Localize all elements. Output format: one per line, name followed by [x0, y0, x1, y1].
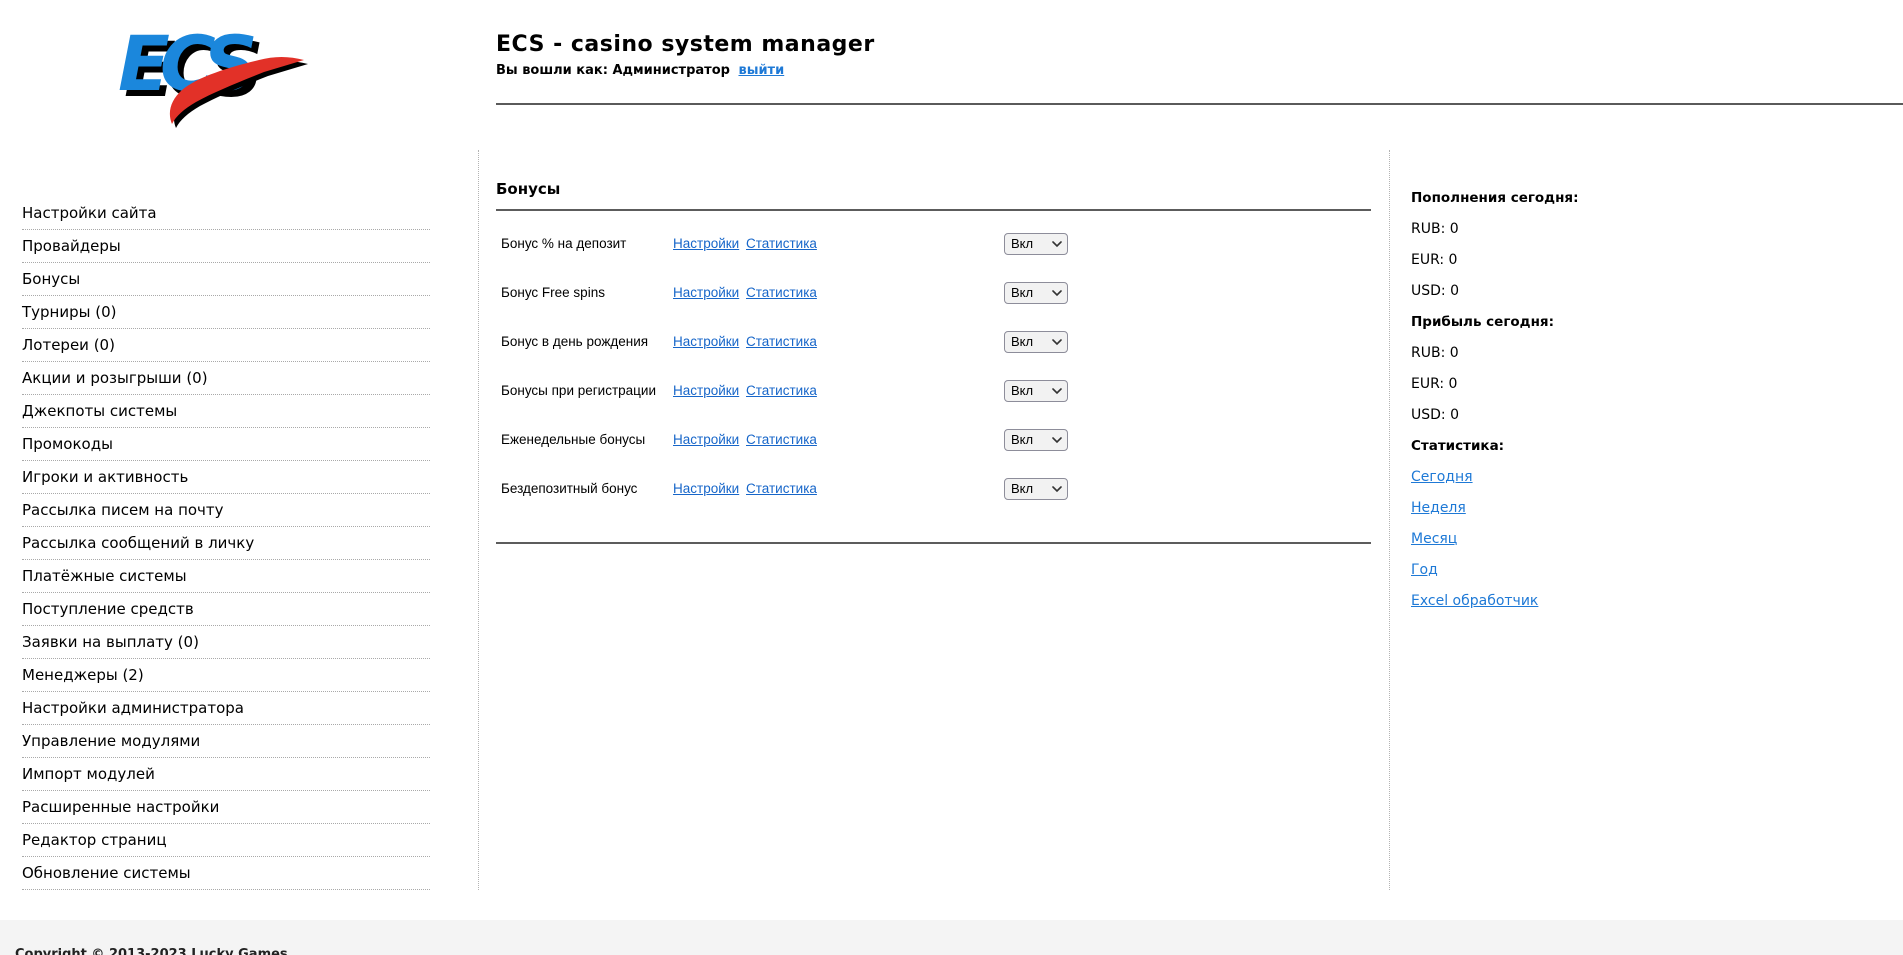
sidebar-item-page-editor[interactable]: Редактор страниц: [22, 824, 430, 857]
bonus-settings-link[interactable]: Настройки: [673, 285, 739, 300]
bonus-label: Еженедельные бонусы: [501, 432, 673, 447]
bonus-row: Бонус Free spins Настройки Статистика Вк…: [496, 268, 1371, 317]
stats-week-link[interactable]: Неделя: [1411, 493, 1466, 524]
sidebar-item-incoming-funds[interactable]: Поступление средств: [22, 593, 430, 626]
sidebar-item-site-settings[interactable]: Настройки сайта: [22, 197, 430, 230]
logout-link[interactable]: выйти: [738, 63, 784, 78]
sidebar-item-module-import[interactable]: Импорт модулей: [22, 758, 430, 791]
sidebar-item-email-mailing[interactable]: Рассылка писем на почту: [22, 494, 430, 527]
sidebar-item-promotions[interactable]: Акции и розыгрыши (0): [22, 362, 430, 395]
bonus-stats-link[interactable]: Статистика: [746, 481, 817, 496]
bonus-label: Бонус Free spins: [501, 285, 673, 300]
bonus-settings-link[interactable]: Настройки: [673, 236, 739, 251]
ecs-logo: ECS ECS: [110, 8, 310, 128]
copyright-text: Copyright © 2013-2023 Lucky Games: [15, 947, 1903, 955]
bonus-label: Бонус в день рождения: [501, 334, 673, 349]
bonus-stats-link[interactable]: Статистика: [746, 432, 817, 447]
sidebar-item-admin-settings[interactable]: Настройки администратора: [22, 692, 430, 725]
stats-month-link[interactable]: Месяц: [1411, 524, 1457, 555]
bonus-state-select[interactable]: Вкл: [1004, 282, 1068, 304]
stats-year-link[interactable]: Год: [1411, 555, 1438, 586]
bonus-stats-link[interactable]: Статистика: [746, 285, 817, 300]
sidebar-item-module-manage[interactable]: Управление модулями: [22, 725, 430, 758]
sidebar-item-advanced[interactable]: Расширенные настройки: [22, 791, 430, 824]
bonus-state-select-wrap: Вкл: [1004, 380, 1068, 402]
main-panel: Бонусы Бонус % на депозит Настройки Стат…: [478, 150, 1390, 890]
sidebar-item-managers[interactable]: Менеджеры (2): [22, 659, 430, 692]
bonus-state-select[interactable]: Вкл: [1004, 233, 1068, 255]
section-heading: Бонусы: [496, 180, 1371, 198]
sidebar-item-jackpots[interactable]: Джекпоты системы: [22, 395, 430, 428]
sidebar-item-system-update[interactable]: Обновление системы: [22, 857, 430, 890]
page-title: ECS - casino system manager: [496, 32, 875, 57]
sidebar-item-pm-mailing[interactable]: Рассылка сообщений в личку: [22, 527, 430, 560]
profit-usd: USD: 0: [1411, 400, 1903, 431]
deposits-eur: EUR: 0: [1411, 245, 1903, 276]
bonus-list: Бонус % на депозит Настройки Статистика …: [496, 219, 1371, 513]
stats-header: Статистика:: [1411, 431, 1903, 462]
profit-eur: EUR: 0: [1411, 369, 1903, 400]
bonus-state-select-wrap: Вкл: [1004, 331, 1068, 353]
sidebar-item-providers[interactable]: Провайдеры: [22, 230, 430, 263]
deposits-usd: USD: 0: [1411, 276, 1903, 307]
sidebar-item-promocodes[interactable]: Промокоды: [22, 428, 430, 461]
bonus-state-select-wrap: Вкл: [1004, 429, 1068, 451]
bonus-settings-link[interactable]: Настройки: [673, 481, 739, 496]
sidebar-item-bonuses[interactable]: Бонусы: [22, 263, 430, 296]
sidebar-item-tournaments[interactable]: Турниры (0): [22, 296, 430, 329]
sidebar-item-payment-systems[interactable]: Платёжные системы: [22, 560, 430, 593]
bonus-row: Еженедельные бонусы Настройки Статистика…: [496, 415, 1371, 464]
login-status: Вы вошли как: Администратор: [496, 63, 730, 78]
bonus-stats-link[interactable]: Статистика: [746, 334, 817, 349]
bonus-label: Бонус % на депозит: [501, 236, 673, 251]
bonus-stats-link[interactable]: Статистика: [746, 236, 817, 251]
sidebar-item-lotteries[interactable]: Лотереи (0): [22, 329, 430, 362]
bonus-label: Бездепозитный бонус: [501, 481, 673, 496]
bonus-state-select-wrap: Вкл: [1004, 478, 1068, 500]
bonus-settings-link[interactable]: Настройки: [673, 383, 739, 398]
bonus-row: Бонус % на депозит Настройки Статистика …: [496, 219, 1371, 268]
header-divider: [496, 103, 1903, 105]
bonus-state-select[interactable]: Вкл: [1004, 331, 1068, 353]
bonus-settings-link[interactable]: Настройки: [673, 432, 739, 447]
stats-panel: Пополнения сегодня: RUB: 0 EUR: 0 USD: 0…: [1390, 150, 1903, 890]
bonus-label: Бонусы при регистрации: [501, 383, 673, 398]
bonus-state-select[interactable]: Вкл: [1004, 478, 1068, 500]
stats-excel-link[interactable]: Excel обработчик: [1411, 586, 1538, 617]
bonus-state-select[interactable]: Вкл: [1004, 429, 1068, 451]
bonus-state-select[interactable]: Вкл: [1004, 380, 1068, 402]
deposits-header: Пополнения сегодня:: [1411, 183, 1903, 214]
bonus-stats-link[interactable]: Статистика: [746, 383, 817, 398]
stats-today-link[interactable]: Сегодня: [1411, 462, 1473, 493]
sidebar-item-payout-requests[interactable]: Заявки на выплату (0): [22, 626, 430, 659]
ecs-logo-image: ECS ECS: [110, 8, 310, 128]
sidebar-item-players[interactable]: Игроки и активность: [22, 461, 430, 494]
bonus-row: Бонусы при регистрации Настройки Статист…: [496, 366, 1371, 415]
page-footer: Copyright © 2013-2023 Lucky Games: [0, 920, 1903, 955]
deposits-rub: RUB: 0: [1411, 214, 1903, 245]
bonus-row: Бонус в день рождения Настройки Статисти…: [496, 317, 1371, 366]
section-bottom-divider: [496, 542, 1371, 544]
bonus-state-select-wrap: Вкл: [1004, 282, 1068, 304]
bonus-settings-link[interactable]: Настройки: [673, 334, 739, 349]
page-header: ECS ECS ECS - casino system manager Вы в…: [0, 0, 1903, 150]
section-divider: [496, 209, 1371, 211]
bonus-state-select-wrap: Вкл: [1004, 233, 1068, 255]
bonus-row: Бездепозитный бонус Настройки Статистика…: [496, 464, 1371, 513]
profit-rub: RUB: 0: [1411, 338, 1903, 369]
profit-header: Прибыль сегодня:: [1411, 307, 1903, 338]
sidebar-nav: Настройки сайта Провайдеры Бонусы Турнир…: [0, 150, 478, 890]
